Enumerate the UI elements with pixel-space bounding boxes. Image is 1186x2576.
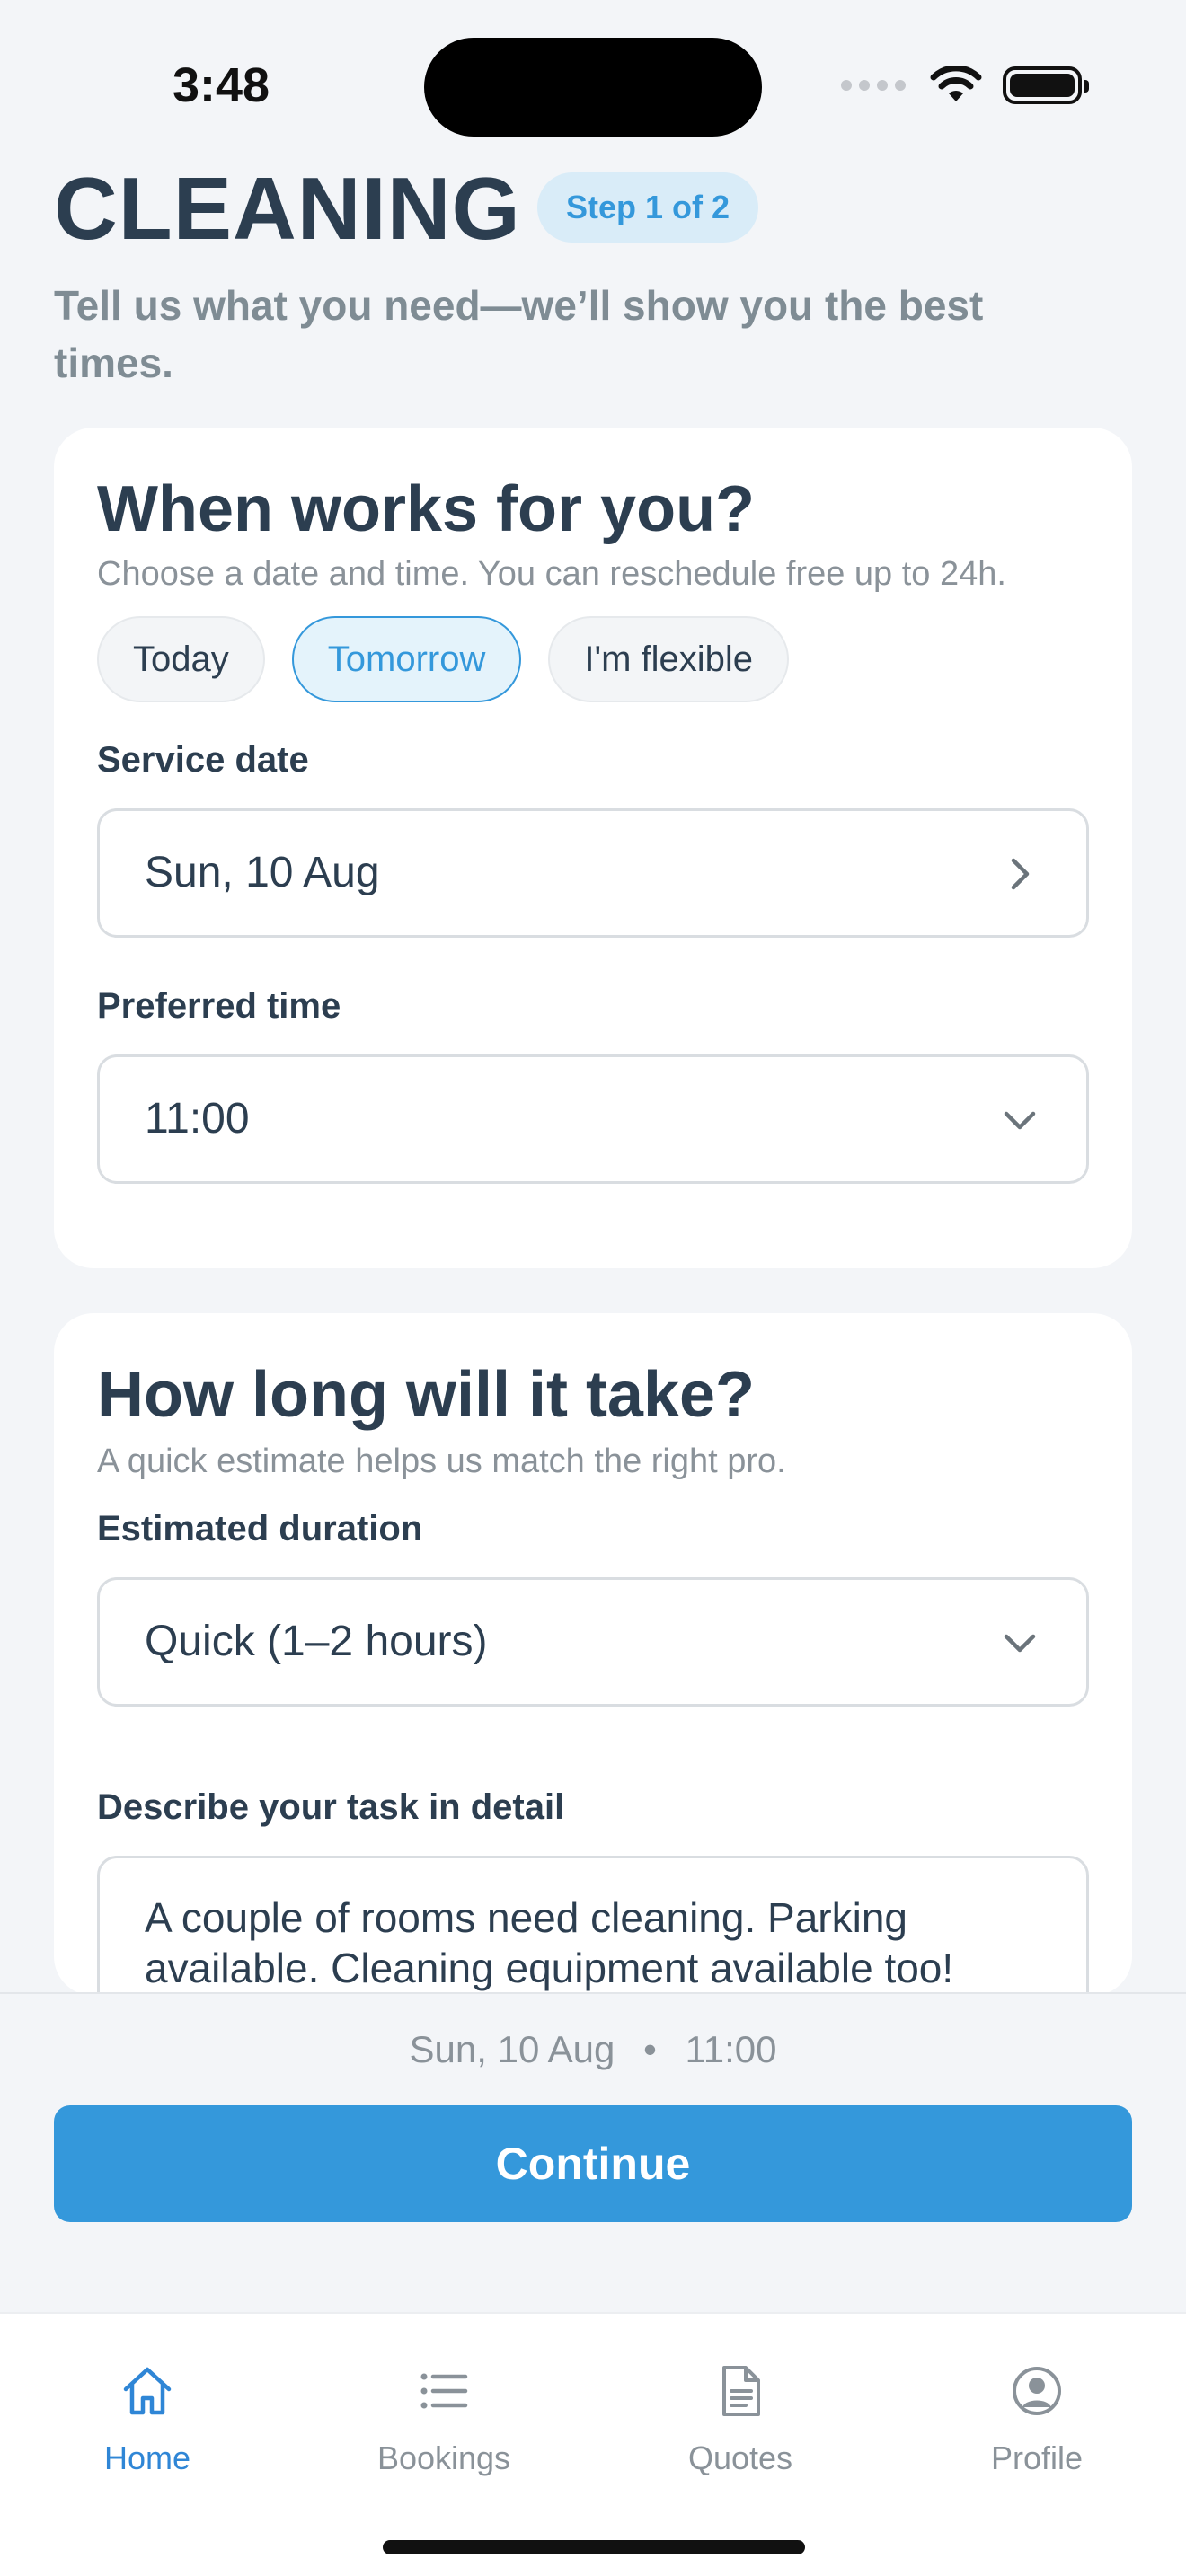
schedule-card: When works for you? Choose a date and ti… bbox=[54, 428, 1132, 1268]
tab-bookings[interactable]: Bookings bbox=[336, 2362, 552, 2477]
dynamic-island bbox=[424, 38, 762, 137]
screen: 3:48 CLEANING Step 1 of 2 Tell us what y… bbox=[0, 0, 1186, 2576]
chip-tomorrow[interactable]: Tomorrow bbox=[291, 616, 522, 702]
battery-icon bbox=[1003, 66, 1089, 104]
page-subtitle: Tell us what you need—we’ll show you the… bbox=[54, 282, 984, 386]
service-date-label: Service date bbox=[97, 740, 309, 780]
tab-profile-label: Profile bbox=[990, 2439, 1084, 2476]
booking-summary: Sun, 10 Aug • 11:00 bbox=[0, 2028, 1186, 2071]
chevron-right-icon bbox=[1011, 858, 1030, 890]
preferred-time-label: Preferred time bbox=[97, 986, 341, 1026]
estimated-duration-label: Estimated duration bbox=[97, 1509, 423, 1548]
duration-card-subtitle: A quick estimate helps us match the righ… bbox=[97, 1442, 786, 1480]
task-description-label: Describe your task in detail bbox=[97, 1787, 565, 1827]
tab-home-label: Home bbox=[103, 2439, 191, 2476]
tab-profile[interactable]: Profile bbox=[929, 2362, 1145, 2477]
summary-date: Sun, 10 Aug bbox=[409, 2028, 615, 2070]
wifi-icon bbox=[930, 66, 982, 101]
estimated-duration-select[interactable]: Quick (1–2 hours) bbox=[97, 1577, 1089, 1707]
list-icon bbox=[420, 2373, 468, 2409]
bottom-action-panel: Sun, 10 Aug • 11:00 Continue bbox=[0, 1992, 1186, 2312]
chip-flexible[interactable]: I'm flexible bbox=[548, 616, 790, 702]
tab-bar: Home Bookings Quotes Profile bbox=[0, 2312, 1186, 2576]
preferred-time-select[interactable]: 11:00 bbox=[97, 1054, 1089, 1184]
schedule-card-title: When works for you? bbox=[97, 473, 756, 545]
service-date-field[interactable]: Sun, 10 Aug bbox=[97, 808, 1089, 938]
home-indicator bbox=[383, 2540, 805, 2554]
tab-bookings-label: Bookings bbox=[376, 2439, 511, 2476]
summary-separator: • bbox=[643, 2028, 657, 2070]
cellular-dots-icon bbox=[841, 80, 906, 91]
service-date-value: Sun, 10 Aug bbox=[145, 849, 380, 896]
page-title: CLEANING bbox=[54, 159, 521, 258]
date-chips: Today Tomorrow I'm flexible bbox=[97, 616, 790, 702]
chip-today[interactable]: Today bbox=[97, 616, 265, 702]
tab-quotes[interactable]: Quotes bbox=[633, 2362, 848, 2477]
duration-card-title: How long will it take? bbox=[97, 1359, 756, 1431]
step-badge: Step 1 of 2 bbox=[537, 172, 759, 243]
tab-quotes-label: Quotes bbox=[687, 2439, 793, 2476]
chevron-down-icon bbox=[1004, 1111, 1036, 1130]
summary-time: 11:00 bbox=[685, 2028, 777, 2070]
tab-home[interactable]: Home bbox=[40, 2362, 255, 2477]
document-icon bbox=[722, 2366, 760, 2416]
status-indicators bbox=[841, 63, 1089, 108]
home-icon bbox=[123, 2367, 172, 2415]
schedule-card-subtitle: Choose a date and time. You can reschedu… bbox=[97, 555, 1006, 593]
estimated-duration-value: Quick (1–2 hours) bbox=[145, 1618, 488, 1665]
profile-icon bbox=[1013, 2367, 1061, 2415]
continue-button[interactable]: Continue bbox=[54, 2105, 1132, 2222]
status-time: 3:48 bbox=[173, 58, 270, 112]
duration-card: How long will it take? A quick estimate … bbox=[54, 1313, 1132, 2035]
chevron-down-icon bbox=[1004, 1634, 1036, 1653]
preferred-time-value: 11:00 bbox=[145, 1095, 250, 1142]
